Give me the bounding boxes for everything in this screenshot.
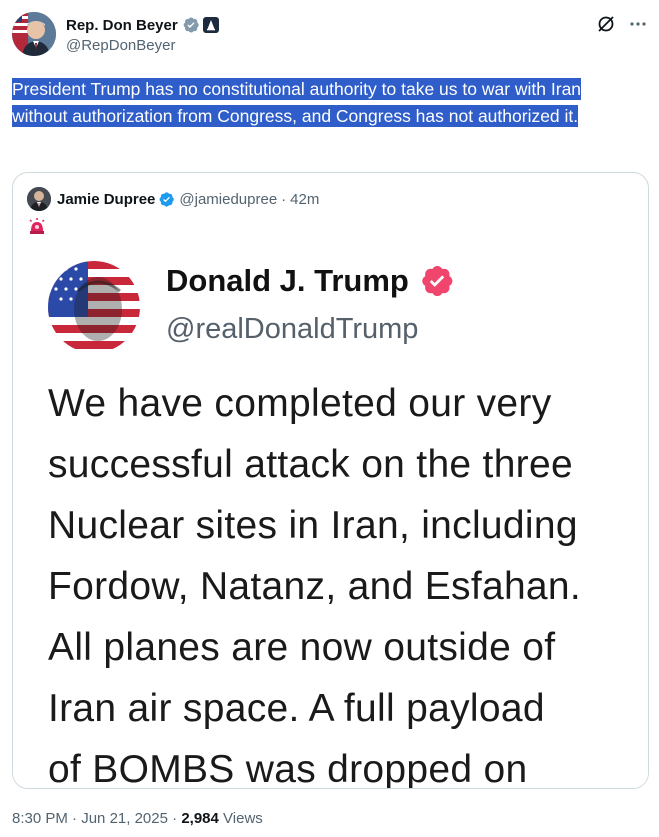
quote-avatar[interactable]: [27, 187, 51, 211]
screenshot-body-line: Nuclear sites in Iran, including: [48, 504, 578, 547]
meta-separator: ·: [72, 810, 78, 827]
quote-author-name[interactable]: Jamie Dupree: [57, 191, 155, 208]
screenshot-post-body: We have completed our very successful at…: [48, 373, 638, 789]
views-count: 2,984: [181, 810, 219, 827]
screenshot-author-name: Donald J. Trump: [166, 263, 409, 298]
author-name[interactable]: Rep. Don Beyer: [66, 17, 178, 34]
screenshot-body-line: All planes are now outside of: [48, 626, 556, 669]
quoted-screenshot-image[interactable]: Donald J. Trump @realDonaldTrump We have…: [13, 241, 648, 789]
verified-gray-icon: [183, 17, 199, 33]
verified-blue-icon: [159, 191, 175, 207]
grok-icon[interactable]: [596, 14, 616, 39]
post-time[interactable]: 8:30 PM: [12, 810, 68, 827]
screenshot-author-handle: @realDonaldTrump: [166, 313, 419, 345]
author-avatar[interactable]: [12, 12, 56, 56]
views-label: Views: [223, 810, 263, 827]
quoted-tweet-card[interactable]: Jamie Dupree @jamiedupree · 42m Donald J…: [12, 172, 649, 789]
siren-icon: [29, 218, 45, 234]
quote-separator: ·: [281, 190, 287, 208]
tweet-text-selection: President Trump has no constitutional au…: [12, 78, 582, 127]
screenshot-body-line: of BOMBS was dropped on: [48, 748, 528, 789]
screenshot-avatar: [48, 261, 140, 353]
screenshot-body-line: Fordow, Natanz, and Esfahan.: [48, 565, 582, 608]
screenshot-verified-icon: [422, 265, 453, 297]
post-date[interactable]: Jun 21, 2025: [81, 810, 168, 827]
quote-author-handle[interactable]: @jamiedupree: [179, 191, 277, 208]
tweet-text: President Trump has no constitutional au…: [12, 76, 632, 130]
tweet-meta: 8:30 PM · Jun 21, 2025 · 2,984 Views: [12, 810, 263, 827]
meta-separator: ·: [172, 810, 178, 827]
tweet-author-row: Rep. Don Beyer @RepDonBeyer: [12, 12, 648, 60]
screenshot-body-line: successful attack on the three: [48, 443, 573, 486]
quote-timestamp[interactable]: 42m: [290, 191, 319, 208]
screenshot-body-line: We have completed our very: [48, 382, 552, 425]
screenshot-body-line: Iran air space. A full payload: [48, 687, 545, 730]
government-badge-icon: [202, 17, 219, 33]
author-handle[interactable]: @RepDonBeyer: [66, 36, 219, 56]
more-icon[interactable]: [628, 14, 648, 39]
